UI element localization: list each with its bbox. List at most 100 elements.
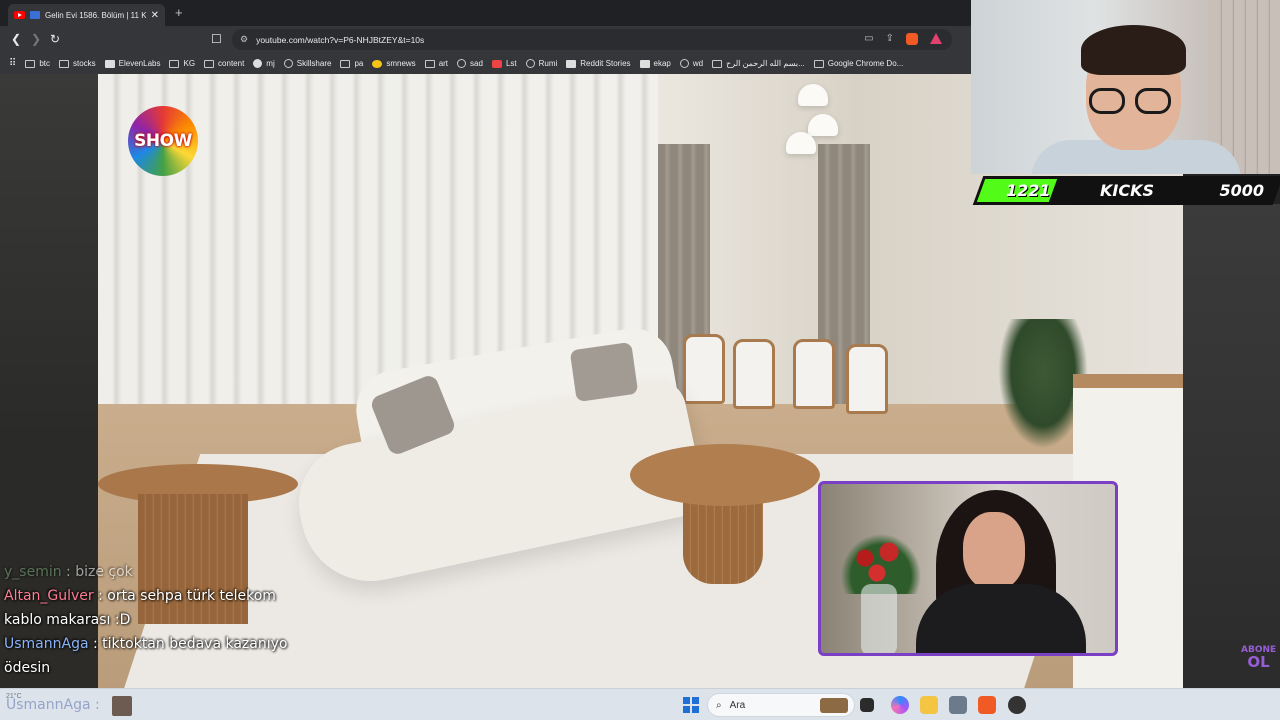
bookmark-art[interactable]: art [424, 59, 448, 68]
d-logo-icon [566, 59, 577, 68]
screen: Gelin Evi 1586. Bölüm | 11 Kas ✕ + ❮ ❯ ↻… [0, 0, 1280, 720]
snipping-tool-icon[interactable] [949, 696, 967, 714]
chat-message: Altan_Gulver : orta sehpa türk telekom k… [4, 584, 304, 632]
show-logo-text: SHOW [134, 131, 192, 151]
tab-title: Gelin Evi 1586. Bölüm | 11 Kas [45, 10, 146, 20]
bookmark-sad[interactable]: sad [457, 59, 483, 68]
coffee-table-top [630, 444, 820, 506]
youtube-icon [14, 11, 25, 19]
file-explorer-icon[interactable] [920, 696, 938, 714]
dining-chair [733, 339, 775, 409]
bookmark-kg[interactable]: KG [169, 59, 195, 68]
cast-icon[interactable]: ▭ [864, 33, 873, 45]
folder-icon [424, 59, 435, 68]
navigation-bar: ❮ ❯ ↻ ☐ ⚙ youtube.com/watch?v=P6-NHJBtZE… [0, 26, 971, 53]
windows-taskbar: 21°C UsmannAga : ⌕ Ara [0, 688, 1280, 720]
brave-rewards-icon[interactable] [930, 33, 942, 44]
search-highlight-image [820, 698, 848, 713]
chat-ghost-username: UsmannAga : [6, 697, 100, 713]
bookmark-stocks[interactable]: stocks [59, 59, 96, 68]
obs-icon[interactable] [1008, 696, 1026, 714]
brave-shields-icon[interactable] [906, 33, 918, 45]
dining-set [658, 334, 888, 434]
ekap-icon [639, 59, 650, 68]
close-tab-icon[interactable]: ✕ [151, 10, 159, 21]
streamer-glasses [1089, 88, 1179, 116]
chat-message: y_semin : bize çok [4, 560, 304, 584]
subscribe-badge: ABONE OL [1241, 645, 1276, 670]
chat-text: : bize çok [66, 564, 133, 580]
tab-bar: Gelin Evi 1586. Bölüm | 11 Kas ✕ + [0, 0, 971, 26]
right-dark-strip [1183, 204, 1280, 688]
windows-start-icon[interactable] [683, 697, 699, 713]
folder-icon [813, 59, 824, 68]
reload-icon[interactable]: ↻ [50, 32, 60, 46]
smiley-icon [372, 59, 383, 68]
picture-in-picture [818, 481, 1118, 656]
back-icon[interactable]: ❮ [11, 32, 21, 46]
dining-chair [793, 339, 835, 409]
task-view-icon[interactable] [860, 698, 874, 712]
bookmark-icon[interactable]: ☐ [211, 32, 222, 46]
globe-icon [679, 59, 689, 68]
address-bar[interactable]: ⚙ youtube.com/watch?v=P6-NHJBtZEY&t=10s … [232, 29, 952, 50]
copilot-icon[interactable] [891, 696, 909, 714]
new-tab-button[interactable]: + [175, 5, 183, 20]
search-icon: ⌕ [716, 699, 722, 711]
brave-browser-icon[interactable] [978, 696, 996, 714]
pendant-lamp [786, 132, 816, 154]
bookmark-elevenlabs[interactable]: ElevenLabs [104, 59, 160, 68]
bookmark-rumi[interactable]: Rumi [525, 59, 557, 68]
share-icon[interactable]: ⇪ [886, 33, 894, 45]
bookmark-reddit-stories[interactable]: Reddit Stories [566, 59, 631, 68]
avatar [112, 696, 132, 716]
forward-icon[interactable]: ❯ [31, 32, 41, 46]
bookmark-google-chrome[interactable]: Google Chrome Do... [813, 59, 903, 68]
folder-icon [340, 59, 351, 68]
site-info-icon[interactable]: ⚙ [240, 34, 248, 45]
s-logo-icon [491, 59, 502, 68]
show-tv-logo: SHOW [128, 106, 198, 176]
bookmark-bismillah[interactable]: بسم الله الرحمن الرح... [712, 59, 805, 68]
chat-username: y_semin [4, 564, 62, 580]
elevenlabs-icon [104, 59, 115, 68]
chat-username: UsmannAga [4, 636, 89, 652]
bookmark-wd[interactable]: wd [679, 59, 703, 68]
chat-overlay: y_semin : bize çok Altan_Gulver : orta s… [4, 560, 304, 680]
grey-pillow [569, 341, 639, 403]
glass-vase [861, 584, 897, 653]
taskbar-search[interactable]: ⌕ Ara [707, 693, 855, 717]
bookmark-mj[interactable]: mj [253, 59, 275, 68]
chat-username: Altan_Gulver [4, 588, 94, 604]
slash-icon [457, 59, 467, 68]
coffee-table-base [683, 494, 763, 584]
bookmark-ekap[interactable]: ekap [639, 59, 671, 68]
bookmark-lst[interactable]: Lst [491, 59, 517, 68]
bookmark-btc[interactable]: btc [25, 59, 50, 68]
tab-youtube[interactable]: Gelin Evi 1586. Bölüm | 11 Kas ✕ [8, 4, 165, 26]
streamer-hair [1081, 25, 1186, 75]
kicks-goal: 5000 [1219, 181, 1264, 200]
pendant-lamp [808, 114, 838, 136]
pendant-lamp [798, 84, 828, 106]
dining-chair [846, 344, 888, 414]
kicks-goal-bar: 1221 KICKS 5000 [972, 176, 1280, 205]
url-text: youtube.com/watch?v=P6-NHJBtZEY&t=10s [256, 34, 425, 45]
chat-message: UsmannAga : tiktoktan bedava kazanıyo öd… [4, 632, 304, 680]
woman-dress [916, 584, 1086, 653]
dining-chair [683, 334, 725, 404]
webcam-overlay [971, 0, 1280, 174]
kicks-count: 1221 [1006, 181, 1051, 200]
bookmark-skillshare[interactable]: Skillshare [283, 59, 331, 68]
flag-icon [30, 11, 40, 19]
globe-icon [525, 59, 535, 68]
folder-icon [25, 59, 36, 68]
bookmark-pa[interactable]: pa [340, 59, 363, 68]
folder-icon [204, 59, 215, 68]
github-icon [253, 59, 263, 68]
bookmarks-bar: ⠿ btc stocks ElevenLabs KG content mj Sk… [0, 53, 971, 74]
bookmark-content[interactable]: content [204, 59, 244, 68]
document-icon [712, 59, 723, 68]
bookmark-smnews[interactable]: smnews [372, 59, 416, 68]
apps-grid-icon[interactable]: ⠿ [9, 58, 16, 69]
